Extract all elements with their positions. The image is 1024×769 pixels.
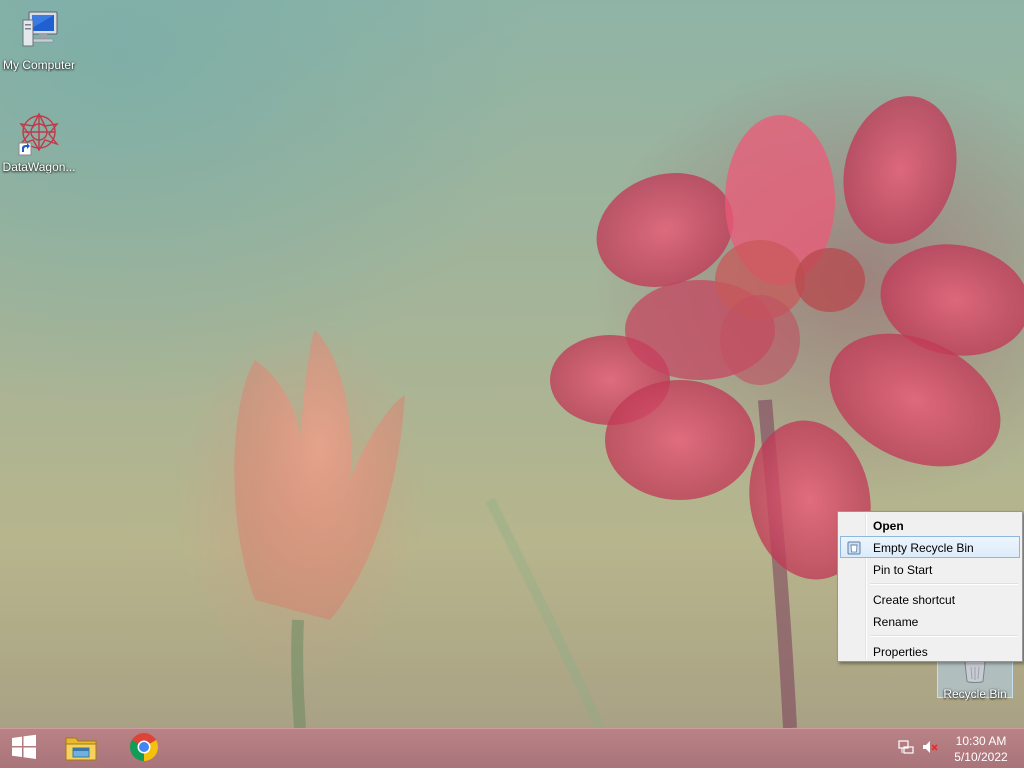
clock-time: 10:30 AM <box>955 734 1007 748</box>
desktop[interactable]: My Computer DataWagon... Recycle Bin Ope… <box>0 0 1024 728</box>
file-explorer-icon <box>64 732 98 767</box>
taskbar: 10:30 AM 5/10/2022 <box>0 728 1024 768</box>
context-menu: Open Empty Recycle Bin Pin to Start Crea… <box>837 511 1023 662</box>
menu-separator <box>870 583 1018 585</box>
taskbar-clock[interactable]: 10:30 AM 5/10/2022 <box>948 733 1014 765</box>
taskbar-chrome[interactable] <box>120 729 168 769</box>
menu-item-create-shortcut[interactable]: Create shortcut <box>840 588 1020 610</box>
menu-item-label: Create shortcut <box>873 593 956 607</box>
computer-icon <box>15 8 63 56</box>
menu-item-rename[interactable]: Rename <box>840 610 1020 632</box>
tray-volume-button[interactable] <box>920 729 940 769</box>
menu-item-label: Empty Recycle Bin <box>873 541 974 555</box>
menu-item-open[interactable]: Open <box>840 514 1020 536</box>
menu-item-empty-recycle-bin[interactable]: Empty Recycle Bin <box>840 536 1020 558</box>
taskbar-file-explorer[interactable] <box>56 729 106 769</box>
menu-item-label: Open <box>873 519 904 533</box>
menu-item-pin-to-start[interactable]: Pin to Start <box>840 558 1020 580</box>
tray-network-button[interactable] <box>896 729 916 769</box>
desktop-icon-label: Recycle Bin <box>943 687 1007 701</box>
menu-item-properties[interactable]: Properties <box>840 640 1020 662</box>
windows-logo-icon <box>11 734 37 765</box>
clock-date: 5/10/2022 <box>954 750 1008 764</box>
network-icon <box>898 739 914 760</box>
desktop-icon-label: DataWagon... <box>2 160 76 174</box>
desktop-icon-my-computer[interactable]: My Computer <box>0 8 78 72</box>
menu-item-label: Pin to Start <box>873 563 933 577</box>
menu-item-label: Properties <box>873 645 928 659</box>
desktop-icon-datawagon[interactable]: DataWagon... <box>0 110 78 174</box>
recycle-bin-shield-icon <box>846 540 862 556</box>
menu-item-label: Rename <box>873 615 919 629</box>
chrome-icon <box>129 732 159 767</box>
datawagon-shortcut-icon <box>15 110 63 158</box>
volume-muted-icon <box>922 739 938 760</box>
desktop-icon-label: My Computer <box>2 58 76 72</box>
start-button[interactable] <box>0 729 48 769</box>
menu-separator <box>870 635 1018 637</box>
